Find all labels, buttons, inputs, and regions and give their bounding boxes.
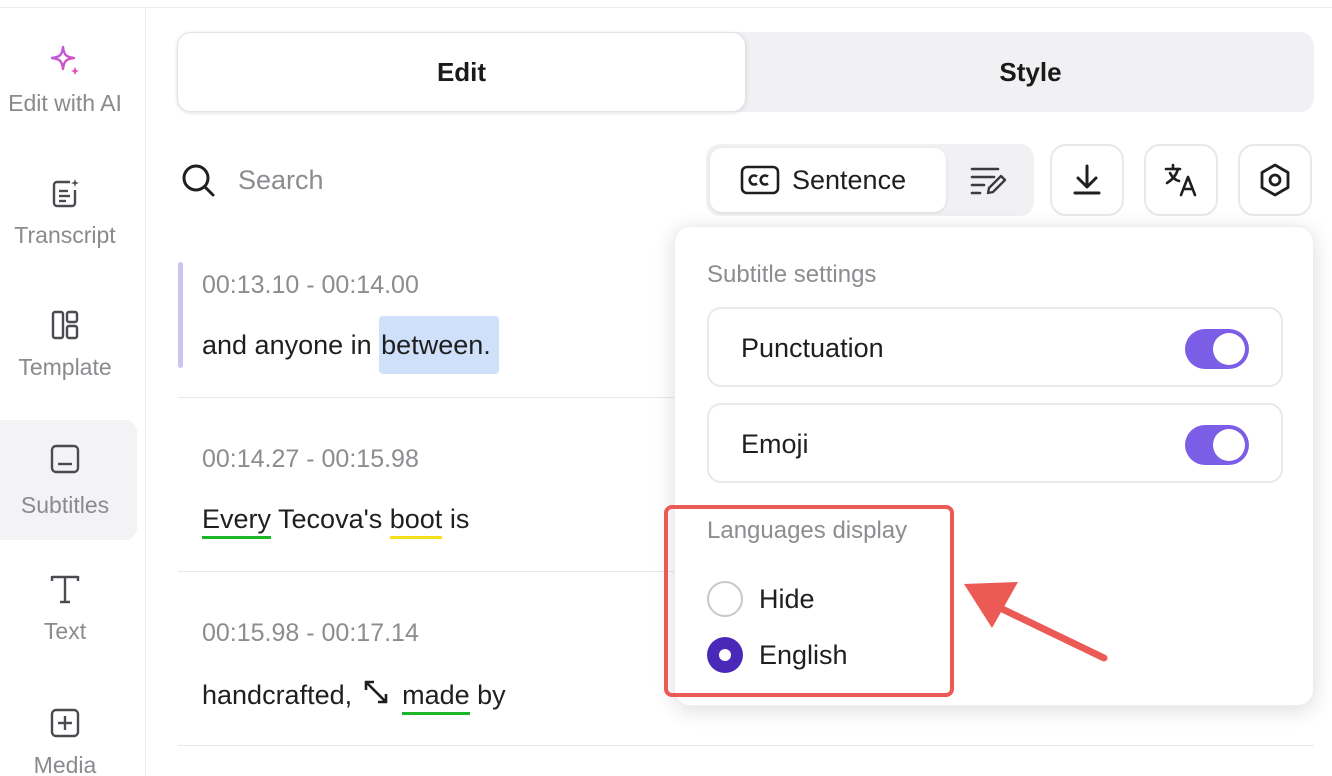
subtitle-text-part: Tecova's: [271, 504, 390, 534]
subtitle-timestamp: 00:14.27 - 00:15.98: [202, 445, 419, 473]
search-icon: [182, 164, 215, 197]
flagged-word[interactable]: Every: [202, 504, 272, 539]
toggle-knob: [1213, 333, 1245, 365]
punctuation-label: Punctuation: [741, 333, 884, 363]
sidebar-item-media[interactable]: Media: [0, 694, 137, 776]
media-icon: [50, 708, 80, 738]
settings-icon: [1260, 163, 1290, 197]
edit-style-tabs: Edit Style: [177, 32, 1314, 112]
sidebar-item-label: Template: [18, 354, 112, 380]
sidebar-item-label: Text: [43, 618, 87, 644]
template-icon: [51, 310, 79, 340]
subtitle-text-part: handcrafted,: [202, 680, 353, 710]
sidebar-item-label: Subtitles: [20, 492, 110, 518]
subtitle-text-part: by: [469, 680, 506, 710]
highlighted-word[interactable]: between.: [379, 316, 499, 374]
tab-style[interactable]: Style: [746, 32, 1315, 112]
subtitle-text[interactable]: handcrafted, made by: [202, 678, 506, 715]
flagged-word[interactable]: boot: [389, 504, 443, 539]
subtitle-text[interactable]: and anyone in between.: [202, 316, 499, 374]
edit-text-icon[interactable]: [968, 162, 1008, 198]
expand-icon[interactable]: [362, 678, 390, 706]
emoji-option: Emoji: [707, 403, 1283, 483]
annotation-arrow-icon: [964, 582, 1108, 662]
sidebar-item-label: Edit with AI: [8, 90, 122, 116]
closed-captions-icon: [740, 165, 780, 195]
subtitle-mode-toggle: Sentence: [706, 144, 1034, 216]
translate-button[interactable]: [1144, 144, 1218, 216]
sidebar-item-transcript[interactable]: Transcript: [0, 164, 137, 284]
subtitle-text[interactable]: Every Tecova's boot is: [202, 504, 470, 539]
text-icon: [50, 575, 80, 604]
punctuation-toggle[interactable]: [1185, 329, 1249, 369]
flagged-word[interactable]: made: [402, 680, 470, 715]
emoji-label: Emoji: [741, 429, 809, 459]
transcript-icon: [52, 179, 79, 208]
sparkle-icon: [50, 45, 79, 75]
sidebar-item-label: Transcript: [14, 222, 116, 248]
sidebar-item-template[interactable]: Template: [0, 296, 137, 416]
sidebar-item-edit-with-ai[interactable]: Edit with AI: [0, 32, 137, 152]
download-icon: [1073, 164, 1101, 195]
subtitle-text-part: and anyone in: [202, 330, 380, 360]
search-input[interactable]: [228, 158, 528, 202]
settings-button[interactable]: [1238, 144, 1312, 216]
annotation-highlight-box: [664, 505, 954, 697]
emoji-toggle[interactable]: [1185, 425, 1249, 465]
download-button[interactable]: [1050, 144, 1124, 216]
translate-icon: [1164, 163, 1197, 197]
tab-edit[interactable]: Edit: [177, 32, 746, 112]
subtitle-timestamp: 00:15.98 - 00:17.14: [202, 619, 419, 647]
sidebar-item-text[interactable]: Text: [0, 560, 137, 680]
sentence-mode-button[interactable]: Sentence: [710, 148, 946, 212]
sidebar-item-subtitles[interactable]: Subtitles: [0, 420, 137, 540]
punctuation-option: Punctuation: [707, 307, 1283, 387]
subtitle-settings-title: Subtitle settings: [707, 261, 877, 288]
sidebar-item-label: Media: [33, 752, 97, 776]
subtitles-icon: [50, 444, 80, 474]
sidebar: Edit with AI Transcript Template Subtitl…: [0, 8, 146, 776]
toggle-knob: [1213, 429, 1245, 461]
top-divider: [0, 0, 1332, 8]
subtitle-timestamp: 00:13.10 - 00:14.00: [202, 271, 419, 299]
sentence-mode-label: Sentence: [792, 164, 907, 195]
subtitle-text-part: is: [442, 504, 470, 534]
